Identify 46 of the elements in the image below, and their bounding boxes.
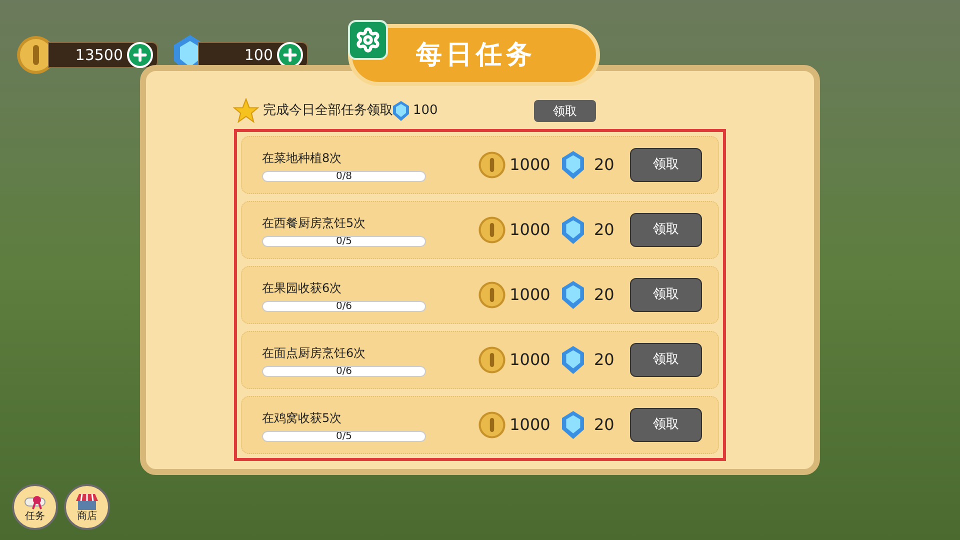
coin-icon	[478, 151, 506, 179]
claim-button[interactable]: 领取	[630, 343, 702, 377]
gem-reward: 20	[594, 414, 616, 436]
task-name: 在菜地种植8次	[262, 150, 343, 166]
gem-reward: 20	[594, 219, 616, 241]
all-tasks-reward-text: 完成今日全部任务领取	[263, 102, 393, 120]
coin-reward: 1000	[510, 349, 552, 371]
menu-round-button[interactable]: 商店	[64, 484, 110, 530]
coin-icon	[478, 346, 506, 374]
gem-icon	[562, 346, 584, 374]
menu-round-button[interactable]: 任务	[12, 484, 58, 530]
coin-reward: 1000	[510, 284, 552, 306]
star-icon	[233, 98, 259, 124]
gem-reward: 20	[594, 154, 616, 176]
claim-all-button[interactable]: 领取	[534, 100, 596, 122]
claim-button[interactable]: 领取	[630, 148, 702, 182]
plus-icon	[131, 46, 149, 64]
coin-reward: 1000	[510, 414, 552, 436]
currency-amount: 13500	[75, 44, 123, 66]
task-name: 在面点厨房烹饪6次	[262, 344, 367, 362]
title-text: 每日任务	[416, 38, 536, 72]
currency-amount: 100	[244, 44, 273, 66]
plus-icon	[281, 46, 299, 64]
gem-icon	[562, 411, 584, 439]
settings-icon	[355, 27, 381, 53]
gem-reward: 20	[594, 349, 616, 371]
gem-reward: 20	[594, 284, 616, 306]
task-name: 在果园收获6次	[262, 280, 343, 296]
shop-icon	[75, 492, 99, 510]
add-button[interactable]	[127, 42, 153, 68]
gem-icon	[562, 216, 584, 244]
task-name: 在鸡窝收获5次	[262, 410, 343, 426]
coin-reward: 1000	[510, 154, 552, 176]
task-name: 在西餐厨房烹饪5次	[262, 214, 367, 232]
coin-reward: 1000	[510, 219, 552, 241]
coin-icon	[478, 411, 506, 439]
claim-button[interactable]: 领取	[630, 408, 702, 442]
reward-amount: 100	[413, 102, 438, 120]
settings-button[interactable]	[348, 20, 388, 60]
gem-icon	[562, 281, 584, 309]
gem-icon	[562, 151, 584, 179]
claim-button[interactable]: 领取	[630, 213, 702, 247]
gem-icon	[393, 101, 409, 121]
claim-button[interactable]: 领取	[630, 278, 702, 312]
coin-icon	[478, 216, 506, 244]
coin-icon	[478, 281, 506, 309]
